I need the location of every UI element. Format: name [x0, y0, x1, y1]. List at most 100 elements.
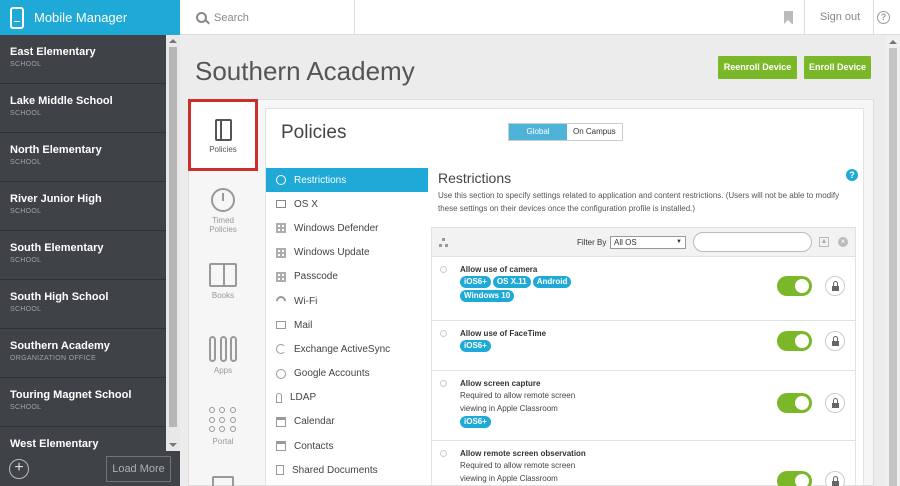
help-icon[interactable]: ?	[846, 169, 858, 181]
restriction-row: Allow remote screen observation Required…	[432, 441, 855, 486]
category-label: Windows Update	[294, 247, 370, 259]
category-exchange-activesync[interactable]: Exchange ActiveSync	[266, 337, 428, 361]
search-box[interactable]: Search	[180, 0, 355, 35]
scope-on-campus-button[interactable]: On Campus	[567, 124, 622, 140]
restriction-row: Allow use of FaceTime iOS6+	[432, 321, 855, 371]
grid-dots-icon	[209, 407, 237, 433]
school-item[interactable]: Southern Academy ORGANIZATION OFFICE	[0, 329, 166, 378]
category-label: Google Accounts	[294, 368, 370, 380]
school-item[interactable]: Touring Magnet School SCHOOL	[0, 378, 166, 427]
divider	[804, 0, 805, 35]
os-tag: iOS6+	[460, 416, 491, 428]
load-more-button[interactable]: Load More	[106, 456, 171, 482]
lock-icon[interactable]	[825, 331, 845, 351]
category-contacts[interactable]: Contacts	[266, 434, 428, 458]
school-item[interactable]: River Junior High SCHOOL	[0, 182, 166, 231]
row-select-radio[interactable]	[440, 266, 447, 273]
allow-remote-observation-toggle[interactable]	[777, 471, 812, 486]
category-restrictions[interactable]: Restrictions	[266, 168, 428, 193]
tab-policies[interactable]: Policies	[188, 99, 258, 171]
scroll-up-icon[interactable]	[889, 40, 897, 44]
allow-facetime-toggle[interactable]	[777, 331, 812, 351]
school-item[interactable]: Lake Middle School SCHOOL	[0, 84, 166, 133]
school-type: SCHOOL	[10, 110, 42, 117]
tab-portal[interactable]: Portal	[188, 407, 258, 447]
tab-label: Portal	[212, 437, 234, 446]
scroll-up-icon[interactable]	[169, 39, 177, 43]
app-brand[interactable]: Mobile Manager	[0, 0, 180, 35]
category-google-accounts[interactable]: Google Accounts	[266, 362, 428, 386]
keypad-icon	[276, 271, 286, 282]
category-calendar[interactable]: Calendar	[266, 410, 428, 434]
school-item[interactable]: South High School SCHOOL	[0, 280, 166, 329]
school-item[interactable]: South Elementary SCHOOL	[0, 231, 166, 280]
tab-more[interactable]	[188, 476, 258, 486]
category-windows-defender[interactable]: Windows Defender	[266, 216, 428, 240]
scroll-thumb[interactable]	[169, 47, 177, 427]
restriction-description: Required to allow remote screen	[460, 391, 576, 400]
scope-toggle: Global On Campus	[508, 123, 623, 141]
page-title: Southern Academy	[195, 56, 415, 86]
lock-icon[interactable]	[825, 471, 845, 486]
school-item[interactable]: West Elementary	[0, 427, 166, 451]
google-icon	[276, 368, 286, 379]
filter-search-input[interactable]	[693, 232, 812, 252]
category-os-x[interactable]: OS X	[266, 192, 428, 216]
os-tag: iOS6+	[460, 276, 491, 288]
restriction-title: Allow use of camera	[460, 265, 538, 274]
restriction-description: viewing in Apple Classroom	[460, 404, 558, 413]
tab-books[interactable]: Books	[188, 263, 258, 303]
lock-icon[interactable]	[825, 393, 845, 413]
main-scrollbar[interactable]	[886, 36, 900, 486]
row-select-radio[interactable]	[440, 330, 447, 337]
reenroll-device-button[interactable]: Reenroll Device	[718, 56, 797, 79]
mobile-device-icon	[10, 6, 24, 29]
scroll-down-icon[interactable]	[169, 443, 177, 447]
category-mail[interactable]: Mail	[266, 313, 428, 337]
allow-screen-capture-toggle[interactable]	[777, 393, 812, 413]
school-type: ORGANIZATION OFFICE	[10, 355, 97, 362]
row-select-radio[interactable]	[440, 380, 447, 387]
school-item[interactable]: East Elementary SCHOOL	[0, 35, 166, 84]
tab-label: Policies	[209, 225, 237, 234]
school-type: SCHOOL	[10, 257, 42, 264]
restriction-title: Allow screen capture	[460, 379, 541, 388]
tab-label: Policies	[209, 145, 237, 154]
restrictions-description: Use this section to specify settings rel…	[438, 191, 840, 213]
category-shared-documents[interactable]: Shared Documents	[266, 458, 428, 482]
os-filter-select[interactable]: All OS	[610, 236, 686, 249]
sidebar-scrollbar[interactable]	[166, 35, 180, 451]
school-item[interactable]: North Elementary SCHOOL	[0, 133, 166, 182]
tab-apps[interactable]: Apps	[188, 336, 258, 376]
category-label: OS X	[294, 198, 318, 210]
lock-icon[interactable]	[825, 276, 845, 296]
school-name: Touring Magnet School	[10, 389, 132, 401]
apps-icon	[209, 336, 237, 362]
category-label: Passcode	[294, 271, 338, 283]
category-label: LDAP	[290, 392, 317, 404]
notebook-icon	[214, 119, 232, 141]
add-icon[interactable]: +	[9, 459, 29, 479]
scroll-thumb[interactable]	[889, 48, 897, 486]
restriction-description: Required to allow remote screen	[460, 461, 576, 470]
sign-out-link[interactable]: Sign out	[807, 0, 873, 35]
allow-camera-toggle[interactable]	[777, 276, 812, 296]
category-ldap[interactable]: LDAP	[266, 386, 428, 410]
clear-icon[interactable]: ×	[838, 237, 848, 247]
enroll-device-button[interactable]: Enroll Device	[804, 56, 871, 79]
category-windows-update[interactable]: Windows Update	[266, 241, 428, 265]
policies-card: Policies Global On Campus Restrictions O…	[265, 108, 864, 486]
hierarchy-icon[interactable]	[439, 238, 449, 248]
bookmark-icon[interactable]	[784, 11, 793, 24]
help-icon[interactable]: ?	[877, 11, 890, 24]
category-wifi[interactable]: Wi-Fi	[266, 289, 428, 313]
scope-global-button[interactable]: Global	[509, 124, 567, 140]
category-passcode[interactable]: Passcode	[266, 265, 428, 289]
os-tags: iOS6+	[460, 340, 620, 352]
row-select-radio[interactable]	[440, 450, 447, 457]
restriction-row: Allow use of camera iOS6+ OS X.11 Androi…	[432, 257, 855, 321]
school-name: South Elementary	[10, 242, 104, 254]
collapse-icon[interactable]: ▲	[819, 237, 829, 247]
sidebar: Mobile Manager East Elementary SCHOOL La…	[0, 0, 180, 486]
tab-timed-policies[interactable]: Timed Policies	[188, 188, 258, 238]
